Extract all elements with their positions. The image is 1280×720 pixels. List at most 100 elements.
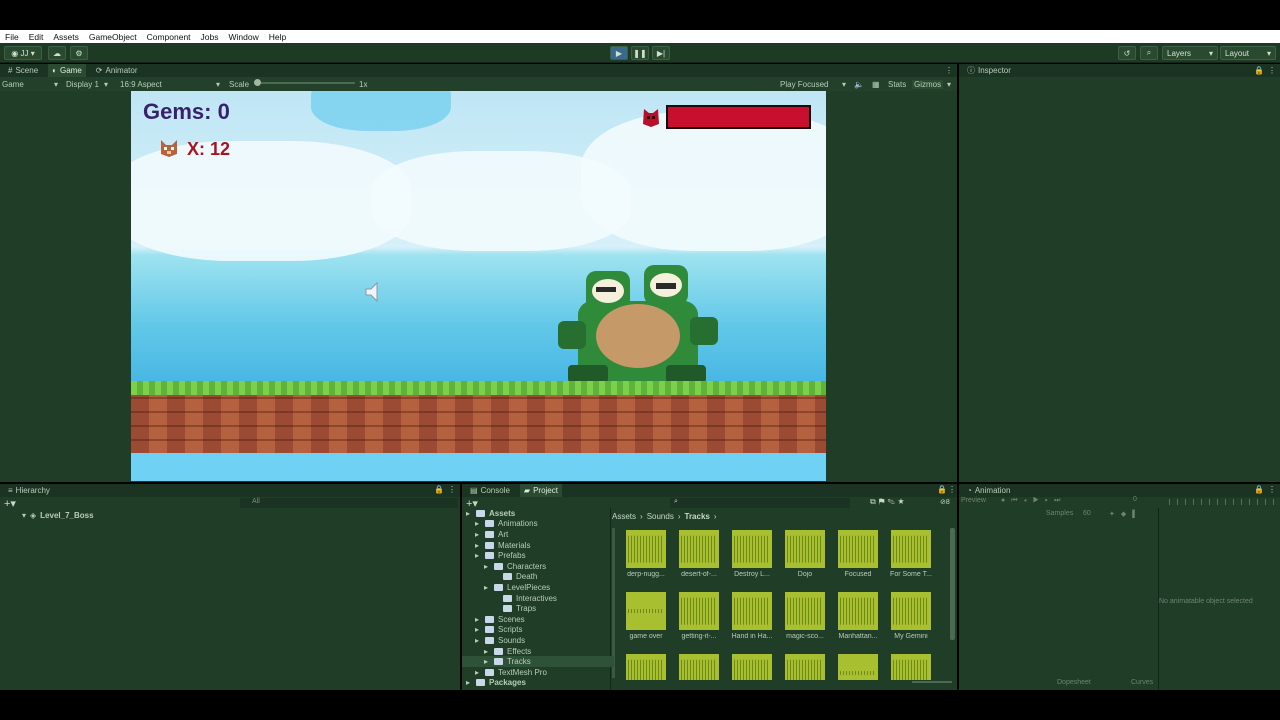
folder-tree-item[interactable]: ▸ Effects xyxy=(462,646,614,657)
tab-dopesheet[interactable]: Dopesheet xyxy=(1057,679,1091,686)
folder-tree-item[interactable]: ▸ Assets xyxy=(462,508,614,519)
chevron-right-icon[interactable]: ▸ xyxy=(475,519,481,528)
audio-asset[interactable] xyxy=(887,654,935,680)
breadcrumb-item[interactable]: Sounds xyxy=(647,512,674,521)
more-menu-icon[interactable]: ⋮ xyxy=(945,66,953,75)
layout-dropdown[interactable]: Layout ▾ xyxy=(1220,46,1276,60)
tab-animator[interactable]: ⟳ Animator xyxy=(92,64,142,77)
stats-button[interactable]: Stats xyxy=(888,80,906,89)
chevron-right-icon[interactable]: ▸ xyxy=(466,678,472,687)
chevron-right-icon[interactable]: ▸ xyxy=(484,657,490,666)
folder-tree-item[interactable]: ▸ Prefabs xyxy=(462,550,614,561)
audio-asset[interactable] xyxy=(781,654,829,680)
cloud-button[interactable]: ☁ xyxy=(48,46,66,60)
collab-button[interactable]: ⚙ xyxy=(70,46,88,60)
keyframe-buttons[interactable]: ✦◆▌ xyxy=(1109,510,1143,518)
menu-item-window[interactable]: Window xyxy=(229,32,259,42)
folder-tree-item[interactable]: ▸ Art xyxy=(462,529,614,540)
audio-asset[interactable]: For Some T... xyxy=(887,530,935,578)
tab-scene[interactable]: # Scene xyxy=(4,64,42,77)
tab-hierarchy[interactable]: ≡ Hierarchy xyxy=(4,484,54,497)
display-dropdown[interactable]: Display 1 xyxy=(66,80,99,89)
audio-asset[interactable]: desert-of-... xyxy=(675,530,723,578)
folder-tree-item[interactable]: ▸ Characters xyxy=(462,561,614,572)
folder-tree-item[interactable]: ▸ Animations xyxy=(462,519,614,530)
lock-icon[interactable]: 🔒 xyxy=(937,485,947,494)
menu-item-jobs[interactable]: Jobs xyxy=(201,32,219,42)
folder-tree-item[interactable]: Death xyxy=(462,572,614,583)
tab-project[interactable]: ▰ Project xyxy=(519,484,562,497)
audio-asset[interactable]: Hand in Ha... xyxy=(728,592,776,640)
chevron-right-icon[interactable]: ▸ xyxy=(466,509,472,518)
menu-item-edit[interactable]: Edit xyxy=(29,32,44,42)
menu-item-help[interactable]: Help xyxy=(269,32,286,42)
chevron-right-icon[interactable]: ▸ xyxy=(475,551,481,560)
audio-asset[interactable]: Destroy L... xyxy=(728,530,776,578)
search-button[interactable]: ⌕ xyxy=(1140,46,1158,60)
folder-tree-item[interactable]: Interactives xyxy=(462,593,614,604)
preview-button[interactable]: Preview xyxy=(961,497,986,504)
add-object-button[interactable]: +▾ xyxy=(4,497,16,510)
hidden-packages-toggle[interactable]: ⊘8 xyxy=(940,498,950,506)
audio-asset[interactable] xyxy=(675,654,723,680)
chevron-right-icon[interactable]: ▸ xyxy=(484,647,490,656)
tab-curves[interactable]: Curves xyxy=(1131,679,1153,686)
pause-button[interactable]: ❚❚ xyxy=(631,46,649,60)
lock-icon[interactable]: 🔒 xyxy=(434,485,444,494)
game-viewport[interactable]: Gems: 0 X: 12 xyxy=(131,91,826,481)
more-menu-icon[interactable]: ⋮ xyxy=(1268,485,1276,494)
audio-asset[interactable]: game over xyxy=(622,592,670,640)
audio-asset[interactable]: Focused xyxy=(834,530,882,578)
folder-tree-item[interactable]: ▸ Tracks xyxy=(462,656,614,667)
folder-tree-item[interactable]: ▸ Scripts xyxy=(462,625,614,636)
chevron-right-icon[interactable]: ▸ xyxy=(475,541,481,550)
account-dropdown[interactable]: ◉ JJ ▾ xyxy=(4,46,42,60)
scale-slider[interactable] xyxy=(255,82,355,84)
layers-dropdown[interactable]: Layers ▾ xyxy=(1162,46,1218,60)
folder-tree-item[interactable]: ▸ Sounds xyxy=(462,635,614,646)
folder-tree-item[interactable]: ▸ Scenes xyxy=(462,614,614,625)
tab-inspector[interactable]: ⓘ Inspector xyxy=(963,64,1015,77)
audio-asset[interactable]: My Gemini xyxy=(887,592,935,640)
folder-tree-item[interactable]: ▸ Materials xyxy=(462,540,614,551)
samples-field[interactable]: 60 xyxy=(1083,510,1091,517)
menu-item-assets[interactable]: Assets xyxy=(53,32,79,42)
folder-tree-item[interactable]: ▸ Packages xyxy=(462,678,614,689)
menu-item-gameobject[interactable]: GameObject xyxy=(89,32,137,42)
gizmos-button[interactable]: Gizmos xyxy=(912,79,944,89)
breadcrumb-item[interactable]: Assets xyxy=(612,512,636,521)
step-button[interactable]: ▶| xyxy=(652,46,670,60)
play-button[interactable]: ▶ xyxy=(610,46,628,60)
project-search-input[interactable]: ⌕ xyxy=(670,498,850,508)
breadcrumb-item[interactable]: Tracks xyxy=(685,512,710,521)
aspect-dropdown[interactable]: 16:9 Aspect xyxy=(120,80,162,89)
more-menu-icon[interactable]: ⋮ xyxy=(948,485,956,494)
audio-asset[interactable]: Manhattan... xyxy=(834,592,882,640)
chevron-right-icon[interactable]: ▸ xyxy=(475,625,481,634)
undo-history-button[interactable]: ↺ xyxy=(1118,46,1136,60)
chevron-right-icon[interactable]: ▸ xyxy=(475,615,481,624)
tab-game[interactable]: ◐ Game xyxy=(48,64,86,77)
scale-slider-handle[interactable] xyxy=(254,79,261,86)
more-menu-icon[interactable]: ⋮ xyxy=(1268,66,1276,75)
chevron-right-icon[interactable]: ▸ xyxy=(475,636,481,645)
chevron-right-icon[interactable]: ▸ xyxy=(475,530,481,539)
menu-item-component[interactable]: Component xyxy=(147,32,191,42)
audio-asset[interactable]: magic-sco... xyxy=(781,592,829,640)
play-focused-dropdown[interactable]: Play Focused xyxy=(780,80,828,89)
audio-asset[interactable]: Dojo xyxy=(781,530,829,578)
audio-asset[interactable]: derp-nugg... xyxy=(622,530,670,578)
scrollbar[interactable] xyxy=(950,528,955,640)
folder-tree-item[interactable]: ▸ LevelPieces xyxy=(462,582,614,593)
chevron-right-icon[interactable]: ▸ xyxy=(484,583,490,592)
folder-tree-item[interactable]: Traps xyxy=(462,603,614,614)
project-filter-icons[interactable]: ⧉⚑✎★ xyxy=(870,497,907,507)
audio-asset[interactable] xyxy=(622,654,670,680)
playback-controls[interactable]: ●⏮◂▶▸⏭ xyxy=(1001,497,1066,505)
tab-animation[interactable]: ◔ Animation xyxy=(963,484,1014,497)
audio-asset[interactable]: getting-it-... xyxy=(675,592,723,640)
chevron-right-icon[interactable]: ▸ xyxy=(484,562,490,571)
menu-item-file[interactable]: File xyxy=(5,32,19,42)
time-field[interactable]: 0 xyxy=(1133,496,1137,503)
folder-tree-item[interactable]: ▸ TextMesh Pro xyxy=(462,667,614,678)
